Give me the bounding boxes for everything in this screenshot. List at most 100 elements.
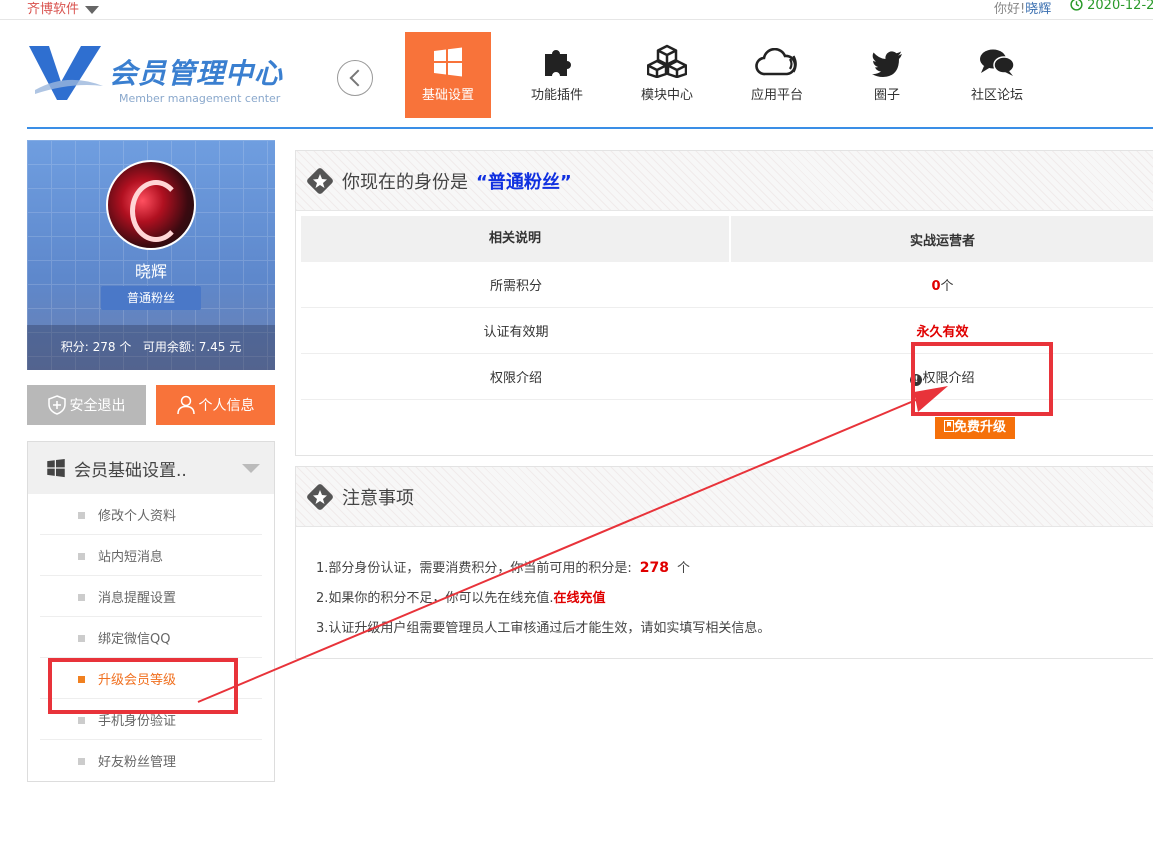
row-label: 认证有效期: [483, 325, 549, 340]
cubes-icon: [647, 44, 687, 78]
windows-icon: [434, 47, 462, 77]
side-item-label: 绑定微信QQ: [98, 631, 171, 647]
date-text: 2020-12-2: [1087, 0, 1153, 13]
bullet-icon: [78, 553, 85, 560]
profile-stats: 积分: 278 个 可用余额: 7.45 元: [27, 325, 275, 370]
logo[interactable]: 会员管理中心 Member management center: [27, 42, 292, 108]
header-divider: [27, 127, 1153, 129]
avatar[interactable]: [106, 160, 196, 250]
bullet-icon: [78, 635, 85, 642]
side-menu-header[interactable]: 会员基础设置..: [28, 442, 274, 494]
side-item-label: 修改个人资料: [98, 508, 177, 524]
note-line: 2.如果你的积分不足，你可以先在线充值.在线充值: [316, 584, 770, 614]
bullet-icon: [78, 594, 85, 601]
nav-modules[interactable]: 模块中心: [624, 32, 710, 118]
chat-bubbles-icon: [980, 49, 1015, 76]
nav-label: 基础设置: [421, 88, 474, 103]
row-value: 0个: [731, 275, 1153, 294]
table-row: 认证有效期 永久有效: [301, 308, 1153, 354]
side-item-label: 站内短消息: [98, 549, 164, 565]
nav-label: 模块中心: [640, 88, 693, 103]
puzzle-icon: [545, 50, 571, 76]
date-display: 2020-12-2: [1070, 0, 1153, 13]
side-item-messages[interactable]: 站内短消息: [40, 535, 262, 576]
top-bar: 齐博软件 你好!晓辉 2020-12-2: [0, 0, 1153, 20]
chevron-down-icon: [85, 5, 100, 14]
row-label: 所需积分: [489, 279, 542, 294]
side-item-phone-verification[interactable]: 手机身份验证: [40, 699, 262, 740]
balance-label: 可用余额:: [142, 340, 195, 354]
side-item-bind-wechat-qq[interactable]: 绑定微信QQ: [40, 617, 262, 658]
online-recharge-link[interactable]: 在线充值: [554, 591, 606, 606]
side-item-edit-profile[interactable]: 修改个人资料: [40, 494, 262, 535]
permission-intro-text: 权限介绍: [922, 371, 975, 386]
twitter-bird-icon: [872, 51, 902, 77]
back-button[interactable]: [337, 60, 373, 96]
note-unit: 个: [677, 561, 691, 576]
identity-panel-header: 你现在的身份是 “普通粉丝”: [296, 151, 1153, 211]
free-upgrade-button[interactable]: 免费升级: [935, 417, 1015, 439]
logout-button[interactable]: 安全退出: [27, 385, 146, 425]
profile-card: 晓辉 普通粉丝 积分: 278 个 可用余额: 7.45 元: [27, 140, 275, 370]
logo-title: 会员管理中心: [109, 57, 284, 90]
note-text: 3.认证升级用户组需要管理员人工审核通过后才能生效，请如实填写相关信息。: [316, 621, 771, 636]
identity-panel: 你现在的身份是 “普通粉丝” 相关说明 实战运营者 所需积分 0个 认证有效期 永…: [295, 150, 1153, 456]
note-line: 1.部分身份认证，需要消费积分，你当前可用的积分是: 278 个: [316, 553, 770, 584]
identity-name: “普通粉丝”: [476, 171, 572, 193]
bullet-icon: [78, 717, 85, 724]
chevron-down-icon: [242, 464, 260, 473]
note-text: 2.如果你的积分不足，你可以先在线充值.: [316, 591, 554, 606]
side-item-notification-settings[interactable]: 消息提醒设置: [40, 576, 262, 617]
windows-icon: [47, 458, 65, 478]
identity-prefix: 你现在的身份是: [342, 171, 468, 193]
nav-label: 应用平台: [750, 88, 803, 103]
identity-table: 相关说明 实战运营者 所需积分 0个 认证有效期 永久有效 权限介绍 ! 权限介绍: [301, 216, 1153, 400]
nav-plugins[interactable]: 功能插件: [514, 32, 600, 118]
nav-basic-settings[interactable]: 基础设置: [405, 32, 491, 118]
brand-name: 齐博软件: [27, 2, 80, 17]
nav-forum[interactable]: 社区论坛: [954, 32, 1040, 118]
points-unit: 个: [119, 340, 132, 354]
notes-title: 注意事项: [342, 487, 414, 509]
header: 会员管理中心 Member management center 基础设置 功能插…: [0, 20, 1153, 130]
logout-label: 安全退出: [69, 398, 126, 414]
username-link[interactable]: 晓辉: [1025, 2, 1051, 17]
note-line: 3.认证升级用户组需要管理员人工审核通过后才能生效，请如实填写相关信息。: [316, 614, 770, 644]
side-item-label: 消息提醒设置: [98, 590, 177, 606]
side-menu-title: 会员基础设置..: [74, 460, 187, 481]
free-upgrade-label: 免费升级: [953, 420, 1006, 435]
side-item-label: 好友粉丝管理: [98, 755, 177, 770]
diamond-star-icon: [307, 483, 333, 510]
nav-circle[interactable]: 圈子: [844, 32, 930, 118]
profile-name: 晓辉: [134, 262, 167, 281]
user-icon: [176, 395, 195, 415]
brand-dropdown[interactable]: 齐博软件: [27, 0, 100, 17]
side-item-upgrade-level[interactable]: 升级会员等级: [40, 658, 262, 699]
bullet-icon: [78, 512, 85, 519]
row-label: 权限介绍: [489, 371, 542, 386]
greeting: 你好!晓辉: [994, 0, 1051, 17]
profile-role-badge: 普通粉丝: [101, 286, 201, 310]
notes-panel: 注意事项 1.部分身份认证，需要消费积分，你当前可用的积分是: 278 个 2.如果…: [295, 466, 1153, 659]
bullet-icon: [78, 676, 85, 683]
available-points: 278: [639, 560, 670, 576]
notes-list: 1.部分身份认证，需要消费积分，你当前可用的积分是: 278 个 2.如果你的积分不…: [316, 553, 770, 644]
side-item-fans-management[interactable]: 好友粉丝管理: [40, 740, 262, 781]
points-unit: 个: [940, 279, 954, 294]
nav-app-platform[interactable]: 应用平台: [734, 32, 820, 118]
greeting-text: 你好!: [994, 2, 1026, 17]
clock-icon: [1070, 0, 1083, 11]
required-points: 0: [931, 279, 941, 294]
points-label: 积分:: [60, 340, 89, 354]
shield-plus-icon: [47, 395, 66, 415]
nav-label: 圈子: [873, 88, 900, 103]
table-row: 权限介绍 ! 权限介绍: [301, 354, 1153, 400]
profile-info-button[interactable]: 个人信息: [156, 385, 275, 425]
side-item-label: 手机身份验证: [98, 713, 177, 729]
nav-label: 社区论坛: [970, 88, 1023, 103]
balance-unit: 元: [229, 340, 242, 354]
table-header-row: 相关说明 实战运营者: [301, 216, 1153, 262]
permission-intro-link[interactable]: ! 权限介绍: [731, 367, 1153, 386]
column-header: 实战运营者: [909, 233, 975, 249]
row-value: 永久有效: [731, 321, 1153, 340]
